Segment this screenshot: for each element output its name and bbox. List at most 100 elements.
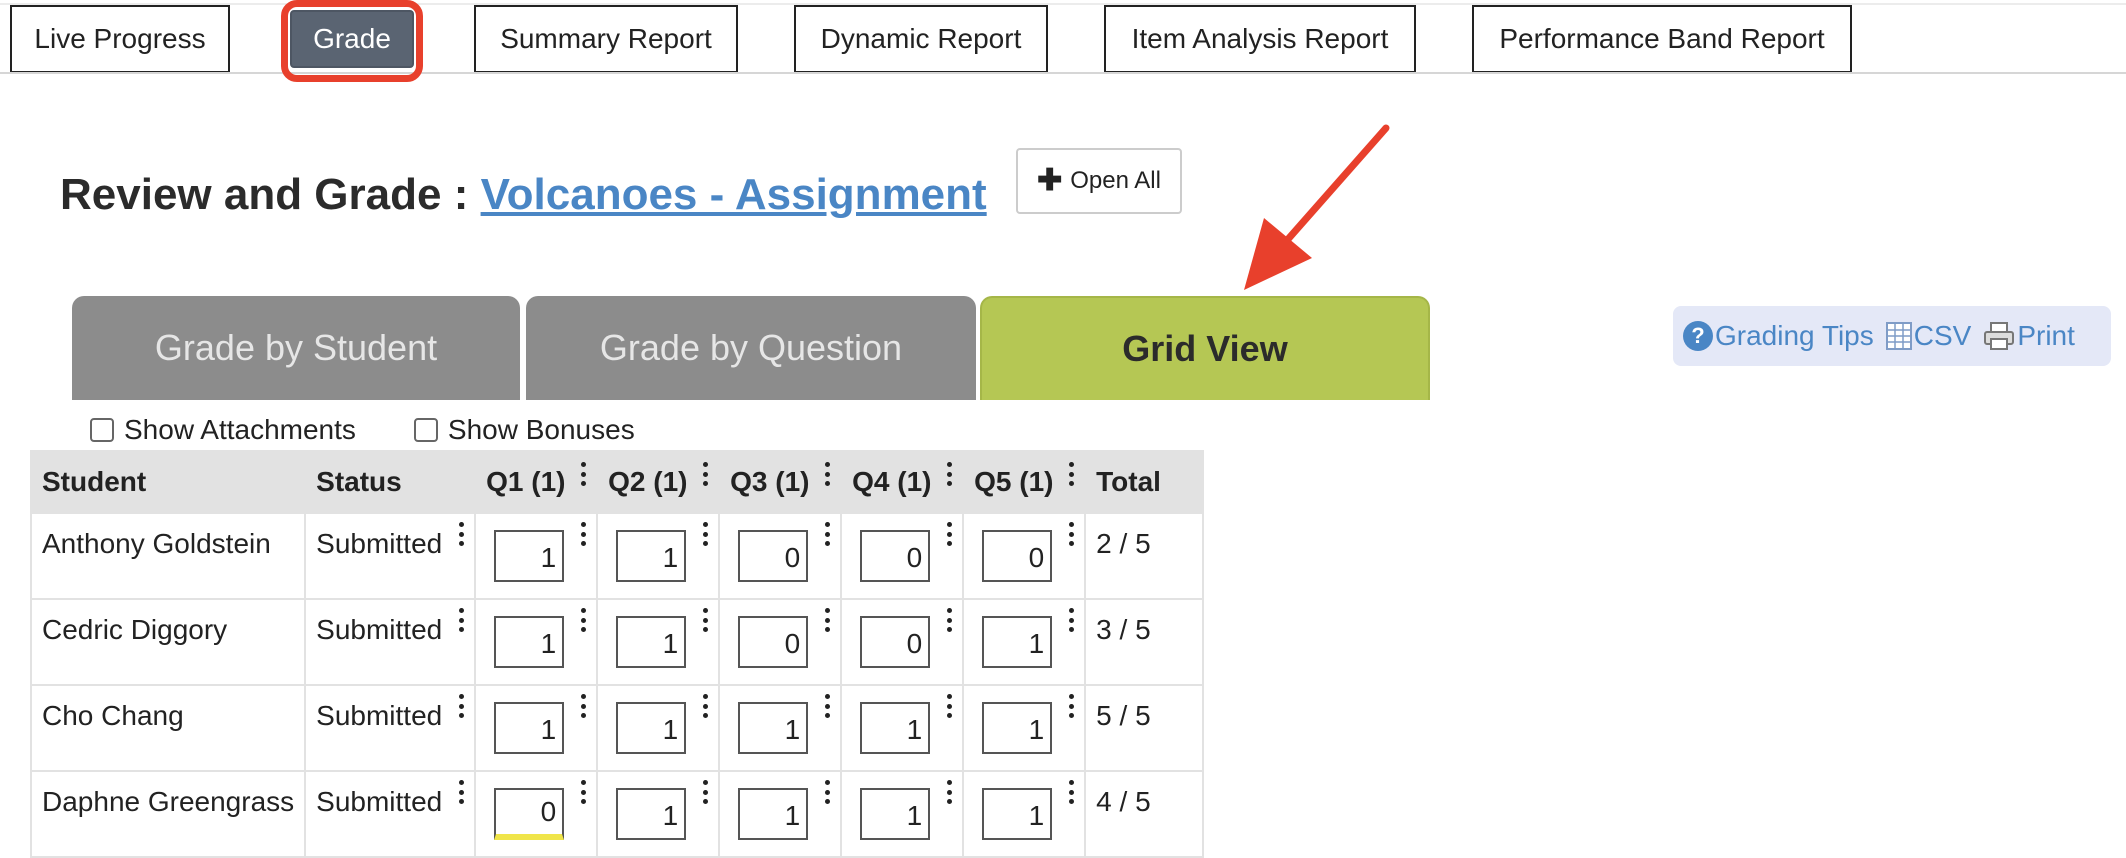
header-status: Status bbox=[304, 450, 477, 514]
score-cell-q3: 0 bbox=[718, 598, 843, 686]
score-input[interactable]: 1 bbox=[860, 702, 931, 754]
nav-grade[interactable]: Grade bbox=[290, 10, 414, 68]
status-cell: Submitted bbox=[304, 684, 477, 772]
score-input[interactable]: 1 bbox=[982, 702, 1053, 754]
score-menu-icon[interactable] bbox=[702, 694, 708, 718]
grading-tips-link[interactable]: ? Grading Tips bbox=[1683, 320, 1874, 352]
score-cell-q4: 1 bbox=[840, 684, 965, 772]
student-name: Anthony Goldstein bbox=[29, 512, 307, 600]
total-score: 4 / 5 bbox=[1084, 770, 1205, 858]
score-input[interactable]: 1 bbox=[616, 788, 687, 840]
score-menu-icon[interactable] bbox=[1068, 522, 1074, 546]
score-cell-q2: 1 bbox=[596, 770, 721, 858]
nav-live-progress[interactable]: Live Progress bbox=[10, 5, 230, 73]
score-input[interactable]: 0 bbox=[860, 530, 931, 582]
score-cell-q3: 1 bbox=[718, 770, 843, 858]
nav-performance-band-report[interactable]: Performance Band Report bbox=[1472, 5, 1852, 73]
score-cell-q3: 1 bbox=[718, 684, 843, 772]
assignment-link[interactable]: Volcanoes - Assignment bbox=[481, 170, 987, 219]
status-menu-icon[interactable] bbox=[458, 780, 464, 804]
csv-link[interactable]: CSV bbox=[1885, 320, 1971, 352]
score-input[interactable]: 1 bbox=[982, 788, 1053, 840]
header-q1-label: Q1 (1) bbox=[486, 466, 566, 497]
score-input[interactable]: 0 bbox=[982, 530, 1053, 582]
score-input[interactable]: 1 bbox=[616, 616, 687, 668]
status-menu-icon[interactable] bbox=[458, 608, 464, 632]
score-input[interactable]: 1 bbox=[616, 530, 687, 582]
score-menu-icon[interactable] bbox=[1068, 780, 1074, 804]
score-input[interactable]: 0 bbox=[494, 788, 565, 840]
score-cell-q1: 1 bbox=[474, 512, 599, 600]
plus-icon: ✚ bbox=[1037, 164, 1063, 197]
score-cell-q4: 1 bbox=[840, 770, 965, 858]
status-label: Submitted bbox=[316, 700, 443, 731]
score-input[interactable]: 1 bbox=[982, 616, 1053, 668]
score-input[interactable]: 1 bbox=[738, 788, 809, 840]
nav-item-analysis-report[interactable]: Item Analysis Report bbox=[1104, 5, 1416, 73]
nav-summary-report[interactable]: Summary Report bbox=[474, 5, 738, 73]
score-input[interactable]: 1 bbox=[494, 530, 565, 582]
score-menu-icon[interactable] bbox=[946, 608, 952, 632]
score-input[interactable]: 1 bbox=[860, 788, 931, 840]
q2-menu-icon[interactable] bbox=[702, 462, 708, 486]
header-q3: Q3 (1) bbox=[718, 450, 843, 514]
score-input[interactable]: 1 bbox=[494, 616, 565, 668]
tab-grid-view[interactable]: Grid View bbox=[980, 296, 1430, 400]
show-attachments-checkbox[interactable] bbox=[90, 418, 114, 442]
show-attachments-option[interactable]: Show Attachments bbox=[90, 414, 356, 446]
status-cell: Submitted bbox=[304, 512, 477, 600]
show-bonuses-checkbox[interactable] bbox=[413, 418, 438, 442]
score-input[interactable]: 1 bbox=[738, 702, 809, 754]
score-menu-icon[interactable] bbox=[824, 522, 830, 546]
score-menu-icon[interactable] bbox=[824, 780, 830, 804]
score-menu-icon[interactable] bbox=[580, 780, 586, 804]
header-q3-label: Q3 (1) bbox=[730, 466, 810, 497]
score-menu-icon[interactable] bbox=[946, 780, 952, 804]
table-row: Daphne Greengrass Submitted 0 1 1 1 1 4 / 5 bbox=[29, 770, 1205, 858]
score-menu-icon[interactable] bbox=[946, 522, 952, 546]
header-q5: Q5 (1) bbox=[962, 450, 1087, 514]
header-student: Student bbox=[29, 450, 307, 514]
show-bonuses-option[interactable]: Show Bonuses bbox=[413, 414, 635, 446]
header-q1: Q1 (1) bbox=[474, 450, 599, 514]
spreadsheet-icon bbox=[1885, 322, 1912, 350]
score-input[interactable]: 0 bbox=[738, 530, 809, 582]
score-input[interactable]: 1 bbox=[494, 702, 565, 754]
open-all-button[interactable]: ✚ Open All bbox=[1016, 148, 1182, 214]
score-cell-q4: 0 bbox=[840, 512, 965, 600]
student-name: Daphne Greengrass bbox=[29, 770, 307, 858]
q5-menu-icon[interactable] bbox=[1068, 462, 1074, 486]
table-header-row: Student Status Q1 (1) Q2 (1) Q3 (1) Q4 (… bbox=[29, 450, 1205, 514]
score-input[interactable]: 0 bbox=[860, 616, 931, 668]
score-cell-q5: 1 bbox=[962, 598, 1087, 686]
score-input[interactable]: 0 bbox=[738, 616, 809, 668]
score-menu-icon[interactable] bbox=[824, 608, 830, 632]
tab-grade-by-student[interactable]: Grade by Student bbox=[72, 296, 520, 400]
nav-dynamic-report[interactable]: Dynamic Report bbox=[794, 5, 1048, 73]
print-link[interactable]: Print bbox=[1983, 320, 2075, 352]
score-menu-icon[interactable] bbox=[946, 694, 952, 718]
score-menu-icon[interactable] bbox=[580, 694, 586, 718]
q4-menu-icon[interactable] bbox=[946, 462, 952, 486]
status-label: Submitted bbox=[316, 528, 443, 559]
score-menu-icon[interactable] bbox=[1068, 694, 1074, 718]
score-menu-icon[interactable] bbox=[702, 780, 708, 804]
score-input[interactable]: 1 bbox=[616, 702, 687, 754]
grid-options: Show Attachments Show Bonuses bbox=[90, 412, 693, 448]
score-menu-icon[interactable] bbox=[702, 522, 708, 546]
header-q2: Q2 (1) bbox=[596, 450, 721, 514]
status-menu-icon[interactable] bbox=[458, 522, 464, 546]
score-menu-icon[interactable] bbox=[702, 608, 708, 632]
q1-menu-icon[interactable] bbox=[580, 462, 586, 486]
score-cell-q5: 1 bbox=[962, 684, 1087, 772]
score-menu-icon[interactable] bbox=[824, 694, 830, 718]
header-q4: Q4 (1) bbox=[840, 450, 965, 514]
score-menu-icon[interactable] bbox=[580, 522, 586, 546]
q3-menu-icon[interactable] bbox=[824, 462, 830, 486]
total-score: 3 / 5 bbox=[1084, 598, 1205, 686]
nav-grade-label: Grade bbox=[313, 23, 391, 54]
score-menu-icon[interactable] bbox=[580, 608, 586, 632]
tab-grade-by-question[interactable]: Grade by Question bbox=[526, 296, 976, 400]
status-menu-icon[interactable] bbox=[458, 694, 464, 718]
score-menu-icon[interactable] bbox=[1068, 608, 1074, 632]
